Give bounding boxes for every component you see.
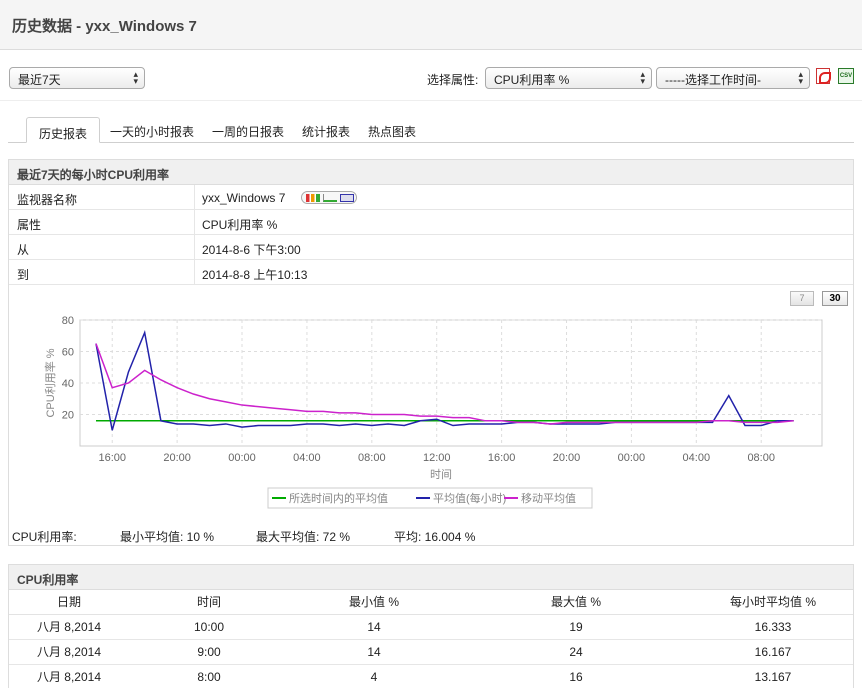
cell-max: 24 <box>459 639 693 665</box>
x-tick-label: 12:00 <box>423 452 451 464</box>
period-30-button[interactable]: 30 <box>822 291 848 306</box>
info-key: 属性 <box>17 218 42 232</box>
table-row: 八月 8,2014 8:00 4 16 13.167 <box>9 664 853 688</box>
legend-label: 所选时间内的平均值 <box>289 491 388 505</box>
table-header-row: 日期 时间 最小值 % 最大值 % 每小时平均值 % <box>9 590 853 615</box>
info-value: yxx_Windows 7 <box>202 191 286 205</box>
attribute-select-value: CPU利用率 % <box>494 73 570 87</box>
x-tick-label: 08:00 <box>358 452 386 464</box>
summary-max-avg: 最大平均值: 72 % <box>256 530 351 544</box>
x-tick-label: 20:00 <box>163 452 191 464</box>
x-tick-label: 16:00 <box>98 452 126 464</box>
summary-avg: 平均: 16.004 % <box>394 530 476 544</box>
info-row-to: 到 2014-8-8 上午10:13 <box>9 260 853 285</box>
select-arrows-icon: ▴ ▾ <box>798 69 803 86</box>
attribute-select[interactable]: CPU利用率 % ▴ ▾ <box>485 67 652 89</box>
y-tick-label: 20 <box>62 410 74 422</box>
cell-time: 10:00 <box>129 614 289 640</box>
cell-avg: 16.167 <box>693 639 853 665</box>
col-date: 日期 <box>9 590 129 615</box>
col-time: 时间 <box>129 590 289 615</box>
x-tick-label: 16:00 <box>488 452 516 464</box>
summary-min-avg: 最小平均值: 10 % <box>120 530 215 544</box>
toolbar: 最近7天 ▴ ▾ 选择属性: CPU利用率 % ▴ ▾ -----选择工作时间- ▴… <box>0 51 862 101</box>
csv-export-icon[interactable]: CSV <box>838 68 854 84</box>
select-arrows-icon: ▴ ▾ <box>133 69 138 86</box>
x-tick-label: 04:00 <box>683 452 711 464</box>
monitor-view-icons[interactable] <box>301 191 357 204</box>
col-min: 最小值 % <box>289 590 459 615</box>
title-bar: 历史数据 - yxx_Windows 7 <box>0 0 862 50</box>
cell-date: 八月 8,2014 <box>9 614 129 640</box>
period-select-value: 最近7天 <box>18 73 61 87</box>
line-chart-icon[interactable] <box>323 194 337 202</box>
cell-min: 14 <box>289 614 459 640</box>
x-axis-label: 时间 <box>430 468 452 481</box>
summary-label: CPU利用率: <box>12 530 77 544</box>
page-title: 历史数据 - yxx_Windows 7 <box>12 18 197 35</box>
cell-min: 14 <box>289 639 459 665</box>
attribute-label: 选择属性: <box>427 73 479 87</box>
worktime-select[interactable]: -----选择工作时间- ▴ ▾ <box>656 67 810 89</box>
cell-min: 4 <box>289 664 459 688</box>
pdf-export-icon[interactable] <box>816 68 831 84</box>
x-tick-label: 00:00 <box>228 452 256 464</box>
worktime-select-value: -----选择工作时间- <box>665 73 761 87</box>
table-icon[interactable] <box>340 194 354 202</box>
col-hourly-avg: 每小时平均值 % <box>693 590 853 615</box>
cell-time: 8:00 <box>129 664 289 688</box>
cell-date: 八月 8,2014 <box>9 664 129 688</box>
info-row-from: 从 2014-8-6 下午3:00 <box>9 235 853 260</box>
tab-weekly-report[interactable]: 一周的日报表 <box>212 116 284 143</box>
legend-label: 平均值(每小时) <box>433 491 506 505</box>
legend-label: 移动平均值 <box>521 492 576 505</box>
x-tick-label: 04:00 <box>293 452 321 464</box>
y-axis-label: CPU利用率 % <box>43 348 57 417</box>
cpu-table: 日期 时间 最小值 % 最大值 % 每小时平均值 % 八月 8,2014 10:… <box>9 590 853 688</box>
tab-statistics-report[interactable]: 统计报表 <box>302 116 350 143</box>
report-header: 最近7天的每小时CPU利用率 <box>9 160 853 185</box>
y-tick-label: 40 <box>62 378 74 390</box>
report-tabs: 历史报表 一天的小时报表 一周的日报表 统计报表 热点图表 <box>0 116 862 143</box>
table-row: 八月 8,2014 10:00 14 19 16.333 <box>9 614 853 640</box>
y-tick-label: 80 <box>62 315 74 327</box>
x-tick-label: 00:00 <box>618 452 646 464</box>
col-max: 最大值 % <box>459 590 693 615</box>
info-key: 到 <box>17 268 30 282</box>
table-header: CPU利用率 <box>9 565 853 590</box>
cpu-line-chart: 20 40 60 80 16:00 20:00 00:00 04:00 08:00 12:00 16… <box>43 315 823 509</box>
x-tick-label: 08:00 <box>747 452 775 464</box>
cell-max: 19 <box>459 614 693 640</box>
info-value: 2014-8-8 上午10:13 <box>202 268 308 282</box>
cell-max: 16 <box>459 664 693 688</box>
cpu-table-panel: CPU利用率 日期 时间 最小值 % 最大值 % 每小时平均值 % 八月 8,2… <box>8 564 854 688</box>
info-key: 监视器名称 <box>17 193 78 207</box>
cell-avg: 13.167 <box>693 664 853 688</box>
x-tick-label: 20:00 <box>553 452 581 464</box>
select-arrows-icon: ▴ ▾ <box>640 69 645 86</box>
info-value: 2014-8-6 下午3:00 <box>202 243 301 257</box>
tab-hourly-report[interactable]: 一天的小时报表 <box>110 116 194 143</box>
period-select[interactable]: 最近7天 ▴ ▾ <box>9 67 145 89</box>
tab-hotspot-chart[interactable]: 热点图表 <box>368 116 416 143</box>
info-value: CPU利用率 % <box>202 218 278 232</box>
info-row-monitor: 监视器名称 yxx_Windows 7 <box>9 185 853 210</box>
cell-time: 9:00 <box>129 639 289 665</box>
tab-history-report[interactable]: 历史报表 <box>26 117 101 143</box>
y-tick-label: 60 <box>62 347 74 359</box>
info-row-attribute: 属性 CPU利用率 % <box>9 210 853 235</box>
cell-date: 八月 8,2014 <box>9 639 129 665</box>
table-row: 八月 8,2014 9:00 14 24 16.167 <box>9 639 853 665</box>
period-7-button[interactable]: 7 <box>790 291 814 306</box>
bar-chart-icon[interactable] <box>306 194 320 202</box>
cell-avg: 16.333 <box>693 614 853 640</box>
info-key: 从 <box>17 243 30 257</box>
